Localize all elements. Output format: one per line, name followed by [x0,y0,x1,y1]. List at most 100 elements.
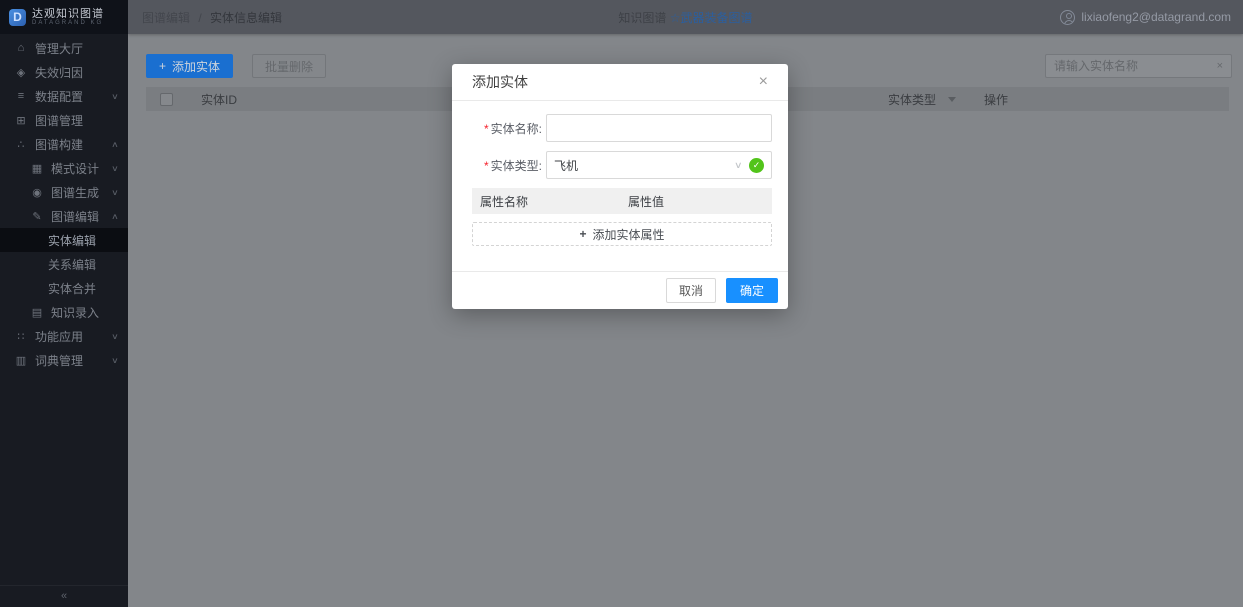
add-entity-modal: 添加实体 × *实体名称: *实体类型: 飞机 ∨ ✓ 属性名称 属性值 + 添… [452,64,788,309]
sidebar-item-management-hall[interactable]: ⌂ 管理大厅 [0,36,128,60]
select-all-checkbox[interactable] [160,93,173,106]
valid-check-icon: ✓ [749,158,764,173]
cube-icon: ◈ [14,66,28,79]
batch-delete-button[interactable]: 批量删除 [252,54,326,78]
chevron-down-icon: ∨ [111,332,119,341]
schema-icon: ▦ [30,162,44,175]
property-name-column: 属性名称 [472,193,628,210]
sidebar-item-graph-generation[interactable]: ◉ 图谱生成 ∨ [0,180,128,204]
collapse-icon: « [61,590,67,602]
sidebar-item-label: 关系编辑 [48,256,96,273]
sidebar: D 达观知识图谱 DATAGRAND KG ⌂ 管理大厅 ◈ 失效归因 ≡ 数据… [0,0,128,607]
sidebar-collapse-button[interactable]: « [0,585,128,607]
column-entity-id: 实体ID [201,91,237,108]
brand-subtitle: DATAGRAND KG [32,20,104,27]
sidebar-item-function-apps[interactable]: ∷ 功能应用 ∨ [0,324,128,348]
required-mark: * [484,159,489,173]
entity-search-input[interactable] [1054,59,1211,73]
entity-name-input[interactable] [546,114,772,142]
property-value-column: 属性值 [628,193,664,210]
breadcrumb-parent[interactable]: 图谱编辑 [142,11,190,25]
graph-manage-icon: ⊞ [14,114,28,127]
sidebar-item-label: 失效归因 [35,64,83,81]
sidebar-item-label: 数据配置 [35,88,83,105]
sidebar-item-label: 图谱编辑 [51,208,99,225]
sidebar-item-label: 图谱生成 [51,184,99,201]
column-entity-type: 实体类型 [888,91,936,108]
user-avatar-icon [1060,10,1075,25]
user-email: lixiaofeng2@datagrand.com [1081,10,1231,24]
breadcrumb-separator: / [198,11,201,25]
property-table-header: 属性名称 属性值 [472,188,772,214]
current-graph-link[interactable]: ☆武器装备图谱 [670,11,753,25]
property-table: 属性名称 属性值 + 添加实体属性 [472,188,772,246]
close-icon[interactable]: × [759,74,768,90]
plus-icon: + [159,59,166,73]
generate-icon: ◉ [30,186,44,199]
sidebar-item-entity-merge[interactable]: 实体合并 [0,276,128,300]
sidebar-item-graph-editing[interactable]: ✎ 图谱编辑 ∧ [0,204,128,228]
breadcrumb: 图谱编辑 / 实体信息编辑 [128,9,282,26]
modal-body: *实体名称: *实体类型: 飞机 ∨ ✓ 属性名称 属性值 + 添加实体属性 [452,101,788,246]
sidebar-item-entity-editing[interactable]: 实体编辑 [0,228,128,252]
sidebar-nav: ⌂ 管理大厅 ◈ 失效归因 ≡ 数据配置 ∨ ⊞ 图谱管理 ∴ 图谱构建 ∧ ▦… [0,34,128,372]
sidebar-item-label: 知识录入 [51,304,99,321]
sidebar-item-graph-construction[interactable]: ∴ 图谱构建 ∧ [0,132,128,156]
database-icon: ≡ [14,90,28,102]
filter-icon[interactable] [948,97,956,102]
sidebar-item-graph-management[interactable]: ⊞ 图谱管理 [0,108,128,132]
chevron-down-icon: ∨ [111,356,119,365]
apps-grid-icon: ∷ [14,330,28,343]
dictionary-icon: ▥ [14,354,28,367]
sidebar-item-schema-design[interactable]: ▦ 模式设计 ∨ [0,156,128,180]
chevron-down-icon: ∨ [734,160,743,171]
top-header: 图谱编辑 / 实体信息编辑 知识图谱 ☆武器装备图谱 lixiaofeng2@d… [128,0,1243,34]
sidebar-item-label: 实体编辑 [48,232,96,249]
user-account[interactable]: lixiaofeng2@datagrand.com [1060,10,1243,25]
clear-search-icon[interactable]: × [1217,60,1223,72]
entity-type-select[interactable]: 飞机 ∨ ✓ [546,151,772,179]
chevron-up-icon: ∧ [111,140,119,149]
home-icon: ⌂ [14,42,28,54]
confirm-button[interactable]: 确定 [726,278,778,303]
batch-delete-label: 批量删除 [265,58,313,75]
sidebar-item-label: 功能应用 [35,328,83,345]
current-graph-name: 武器装备图谱 [681,11,753,25]
sidebar-item-dictionary-management[interactable]: ▥ 词典管理 ∨ [0,348,128,372]
graph-build-icon: ∴ [14,138,28,151]
brand-logo-icon: D [9,9,26,26]
star-icon: ☆ [670,11,681,25]
add-property-button[interactable]: + 添加实体属性 [472,222,772,246]
knowledge-entry-icon: ▤ [30,306,44,319]
chevron-up-icon: ∧ [111,212,119,221]
cancel-button[interactable]: 取消 [666,278,716,303]
entity-name-row: *实体名称: [472,114,772,142]
modal-footer: 取消 确定 [452,271,788,309]
required-mark: * [484,122,489,136]
sidebar-item-label: 模式设计 [51,160,99,177]
chevron-down-icon: ∨ [111,164,119,173]
sidebar-item-label: 词典管理 [35,352,83,369]
brand-name: 达观知识图谱 [32,8,104,20]
brand-logo[interactable]: D 达观知识图谱 DATAGRAND KG [0,0,128,34]
entity-type-value: 飞机 [554,157,578,174]
add-entity-button[interactable]: + 添加实体 [146,54,233,78]
column-action: 操作 [984,91,1008,108]
knowledge-graph-label: 知识图谱 [618,11,666,25]
sidebar-item-label: 图谱构建 [35,136,83,153]
pencil-icon: ✎ [30,210,44,223]
entity-name-label: *实体名称: [472,120,542,137]
add-property-label: 添加实体属性 [593,226,665,243]
sidebar-item-label: 管理大厅 [35,40,83,57]
entity-type-label: *实体类型: [472,157,542,174]
sidebar-item-knowledge-entry[interactable]: ▤ 知识录入 [0,300,128,324]
modal-title: 添加实体 [472,72,528,92]
entity-type-row: *实体类型: 飞机 ∨ ✓ [472,151,772,179]
sidebar-item-data-config[interactable]: ≡ 数据配置 ∨ [0,84,128,108]
sidebar-item-relation-editing[interactable]: 关系编辑 [0,252,128,276]
plus-icon: + [579,227,586,241]
sidebar-item-failure-attribution[interactable]: ◈ 失效归因 [0,60,128,84]
entity-search-box: × [1045,54,1232,78]
sidebar-item-label: 图谱管理 [35,112,83,129]
modal-header: 添加实体 × [452,64,788,101]
